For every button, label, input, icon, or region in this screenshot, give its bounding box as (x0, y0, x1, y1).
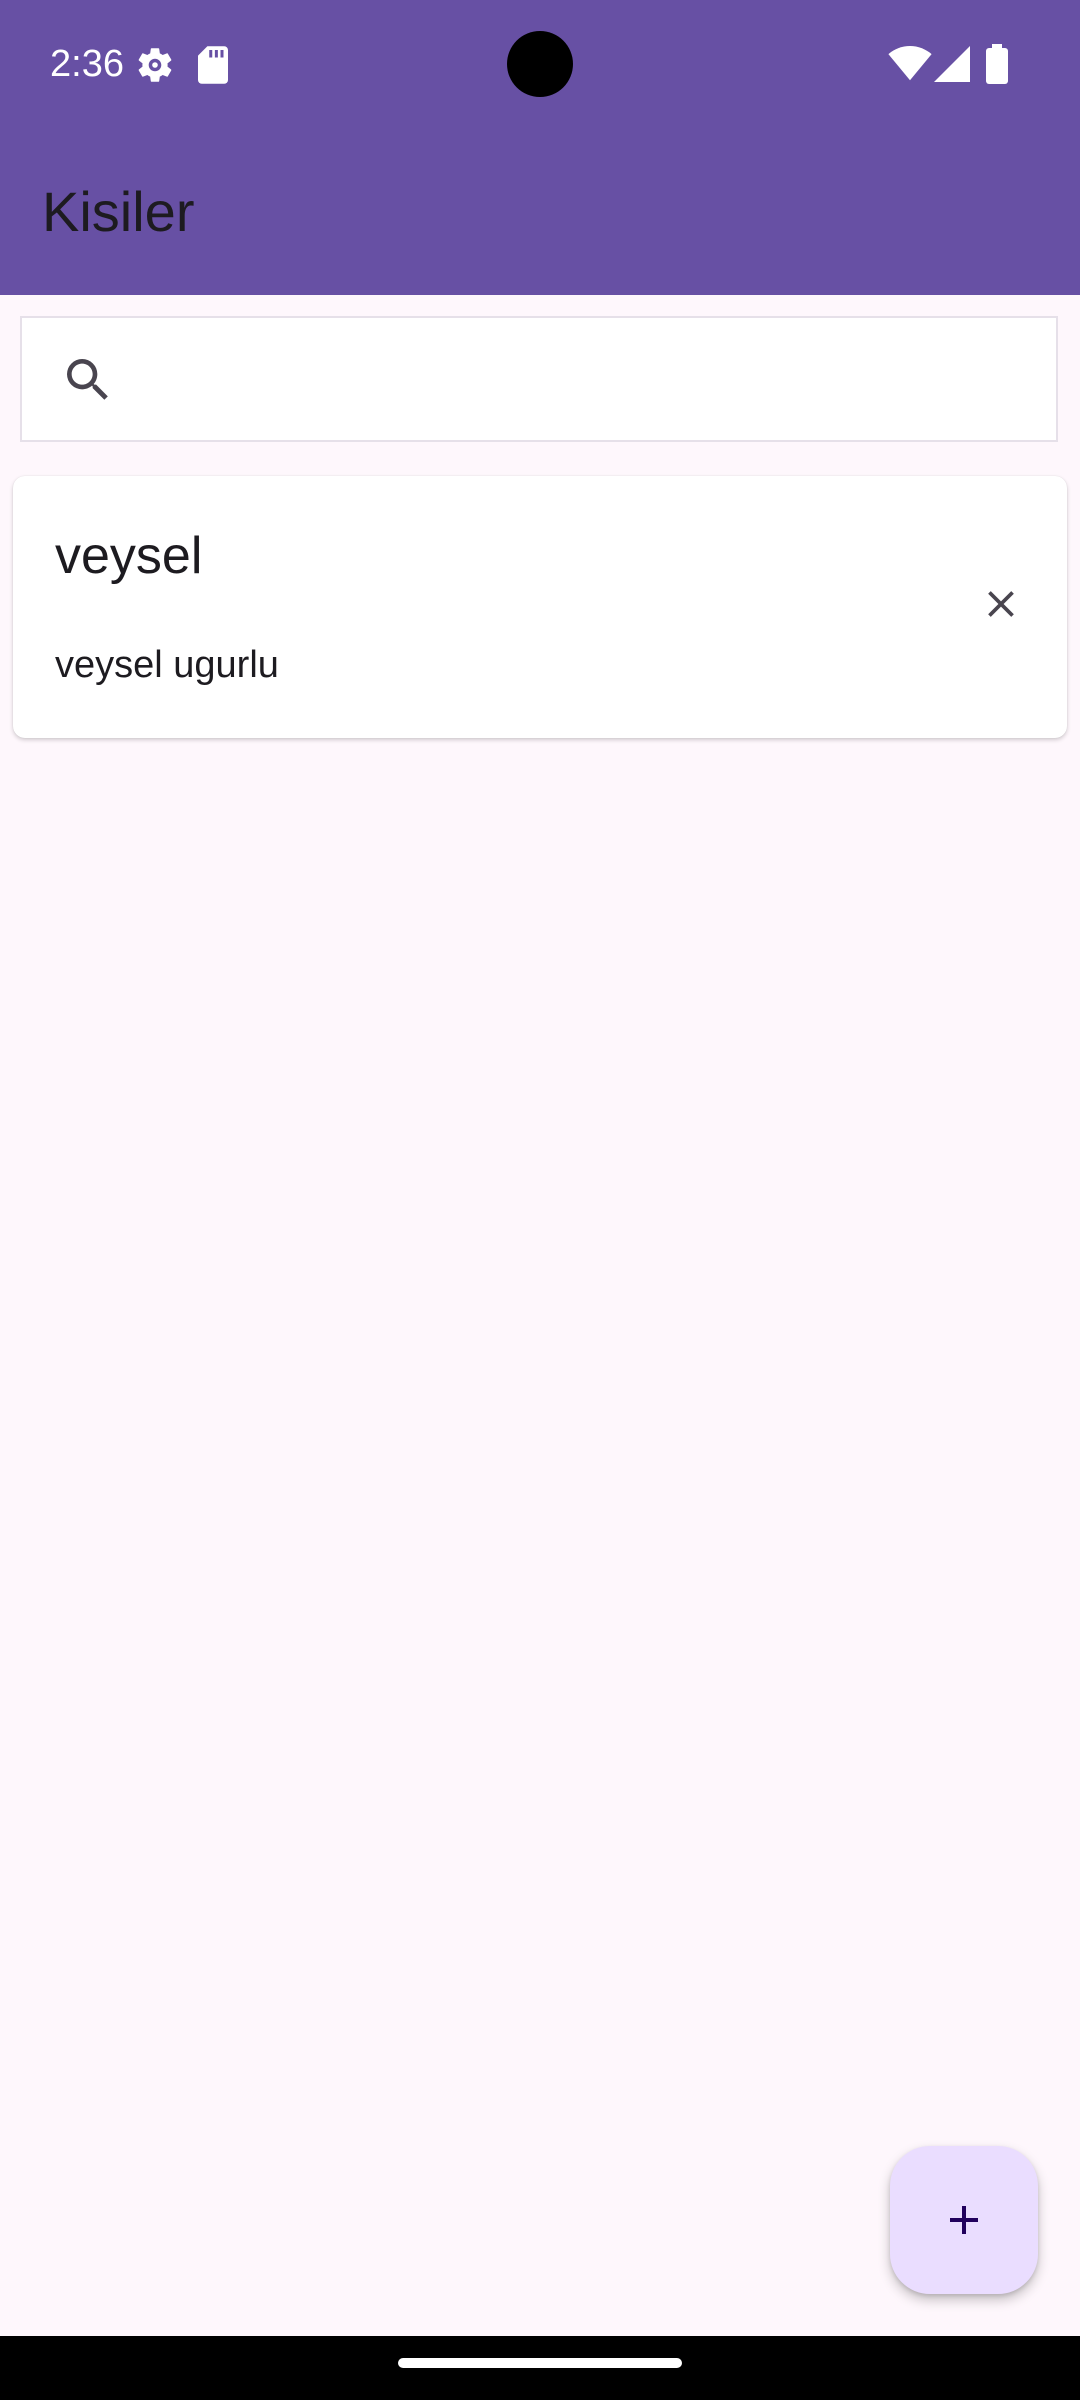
contact-phone: veysel ugurlu (55, 644, 279, 686)
add-contact-button[interactable] (890, 2146, 1038, 2294)
plus-icon (950, 2206, 978, 2234)
contact-name: veysel (55, 527, 203, 585)
status-bar: 2:36 (0, 0, 1080, 128)
close-icon (988, 591, 1014, 617)
search-bar[interactable] (20, 316, 1058, 442)
gear-icon (138, 48, 172, 82)
screen: 2:36 Kisiler veysel veysel ugurlu (0, 0, 1080, 2400)
camera-cutout (507, 31, 573, 97)
sd-card-icon (198, 46, 228, 84)
battery-icon (986, 44, 1008, 84)
contact-card[interactable]: veysel veysel ugurlu (13, 476, 1067, 738)
top-app-bar: 2:36 Kisiler (0, 0, 1080, 295)
wifi-icon (888, 46, 932, 81)
signal-icon (934, 46, 970, 82)
page-title: Kisiler (42, 180, 195, 243)
search-input[interactable] (142, 336, 1026, 426)
delete-contact-button[interactable] (963, 566, 1039, 642)
status-time: 2:36 (50, 43, 124, 85)
navigation-bar (0, 2336, 1080, 2400)
home-indicator[interactable] (398, 2358, 682, 2368)
search-icon (67, 359, 108, 400)
